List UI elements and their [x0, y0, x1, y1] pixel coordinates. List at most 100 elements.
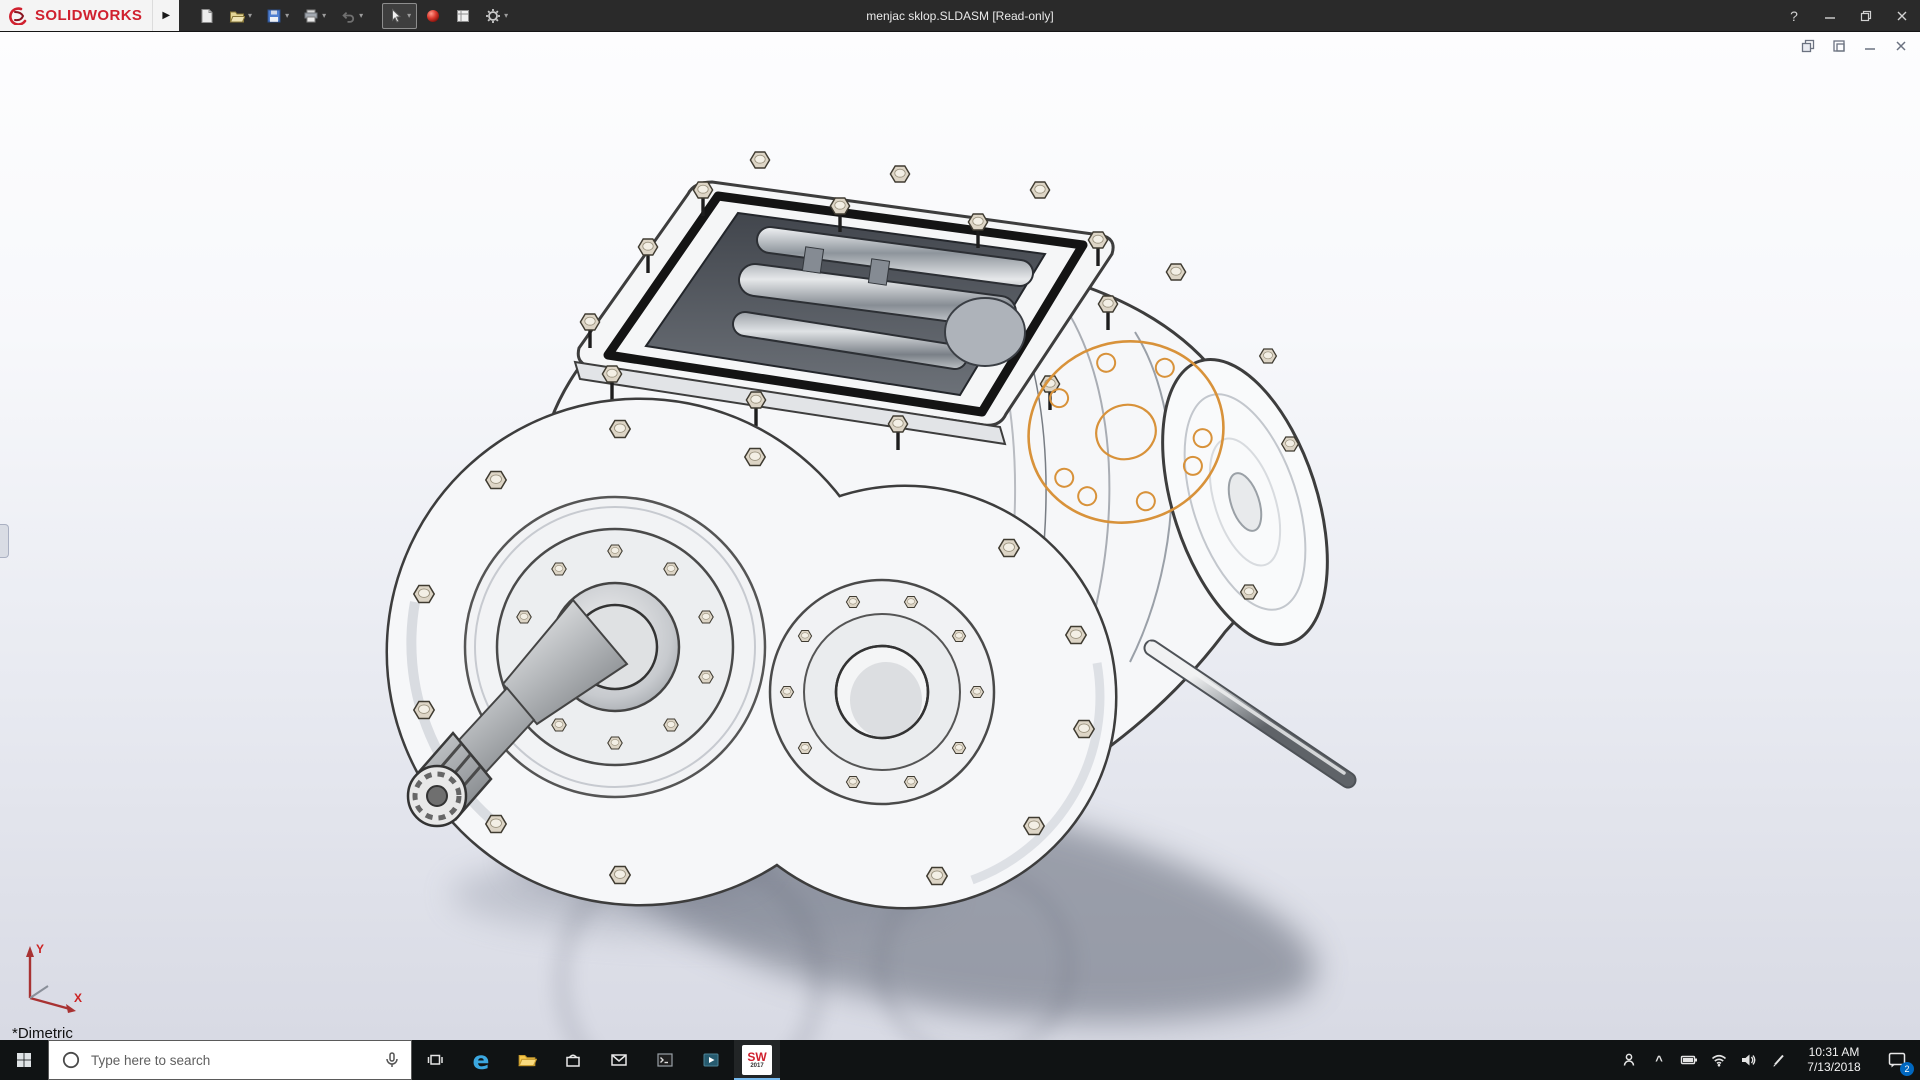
- solidworks-logo: SOLIDWORKS: [0, 0, 152, 31]
- logo-text: SOLIDWORKS: [35, 7, 142, 24]
- triad-x-label: X: [74, 991, 82, 1005]
- action-center-button[interactable]: 2: [1874, 1040, 1920, 1080]
- screen: SOLIDWORKS ▶ ▾: [0, 0, 1920, 1080]
- solidworks-app-icon: SW 2017: [742, 1045, 772, 1075]
- document-window-controls: [1799, 38, 1910, 54]
- cascade-icon: [1801, 39, 1815, 53]
- options-button[interactable]: ▾: [479, 3, 514, 29]
- undo-icon: [340, 8, 356, 24]
- console-button[interactable]: [642, 1040, 688, 1080]
- new-document-icon: [199, 8, 215, 24]
- print-icon: [303, 8, 319, 24]
- cortana-icon: [61, 1050, 81, 1070]
- save-icon: [266, 8, 282, 24]
- doc-minimize-button[interactable]: [1861, 38, 1879, 54]
- restore-icon: [1860, 10, 1872, 22]
- graphics-viewport[interactable]: *Dimetric Y X: [0, 32, 1920, 1040]
- taskbar: Type here to search e: [0, 1040, 1920, 1080]
- pen-icon: [1770, 1051, 1788, 1069]
- task-view-icon: [426, 1051, 444, 1069]
- network-indicator[interactable]: [1704, 1040, 1734, 1080]
- toolbar-separator: [371, 15, 380, 16]
- doc-close-icon: [1895, 40, 1907, 52]
- sheet-format-button[interactable]: [449, 3, 477, 29]
- ds-logo-icon: [8, 7, 28, 25]
- doc-close-button[interactable]: [1892, 38, 1910, 54]
- mail-button[interactable]: [596, 1040, 642, 1080]
- sheet-format-icon: [455, 8, 471, 24]
- menu-flyout-arrow[interactable]: ▶: [152, 0, 179, 31]
- input-shaft[interactable]: [1150, 643, 1348, 780]
- save-dropdown-caret[interactable]: ▾: [285, 12, 289, 20]
- open-dropdown-caret[interactable]: ▾: [248, 12, 252, 20]
- new-document-button[interactable]: [193, 3, 221, 29]
- volume-indicator[interactable]: [1734, 1040, 1764, 1080]
- minimize-button[interactable]: [1812, 0, 1848, 31]
- select-arrow-icon: [388, 8, 404, 24]
- print-dropdown-caret[interactable]: ▾: [322, 12, 326, 20]
- options-gear-icon: [485, 8, 501, 24]
- gearbox-model[interactable]: [0, 32, 1920, 1040]
- select-dropdown-caret[interactable]: ▾: [407, 12, 411, 20]
- windows-logo-icon: [16, 1052, 32, 1068]
- clock-time: 10:31 AM: [1809, 1045, 1860, 1060]
- task-view-button[interactable]: [412, 1040, 458, 1080]
- doc-restore-icon: [1832, 39, 1846, 53]
- media-app-icon: [702, 1051, 720, 1069]
- open-button[interactable]: ▾: [223, 3, 258, 29]
- taskbar-clock[interactable]: 10:31 AM 7/13/2018: [1794, 1040, 1874, 1080]
- undo-dropdown-caret[interactable]: ▾: [359, 12, 363, 20]
- minimize-icon: [1824, 10, 1836, 22]
- appearance-button[interactable]: [419, 3, 447, 29]
- notification-badge: 2: [1900, 1062, 1914, 1076]
- taskbar-search[interactable]: Type here to search: [48, 1040, 412, 1080]
- save-button[interactable]: ▾: [260, 3, 295, 29]
- people-icon: [1620, 1051, 1638, 1069]
- edge-icon: e: [473, 1048, 490, 1073]
- triad-y-label: Y: [36, 942, 44, 956]
- doc-minimize-icon: [1864, 40, 1876, 52]
- titlebar: SOLIDWORKS ▶ ▾: [0, 0, 1920, 32]
- solidworks-app-button[interactable]: SW 2017: [734, 1040, 780, 1080]
- store-icon: [564, 1051, 582, 1069]
- console-icon: [656, 1051, 674, 1069]
- chevron-up-icon: ^: [1655, 1053, 1663, 1068]
- battery-indicator[interactable]: [1674, 1040, 1704, 1080]
- restore-button[interactable]: [1848, 0, 1884, 31]
- document-title: menjac sklop.SLDASM [Read-only]: [866, 0, 1053, 31]
- appearance-sphere-icon: [425, 8, 441, 24]
- people-button[interactable]: [1614, 1040, 1644, 1080]
- close-icon: [1896, 10, 1908, 22]
- microphone-icon[interactable]: [383, 1051, 401, 1069]
- help-button[interactable]: ?: [1776, 0, 1812, 31]
- quick-access-toolbar: ▾ ▾ ▾: [193, 3, 514, 29]
- undo-button[interactable]: ▾: [334, 3, 369, 29]
- select-tool-button[interactable]: ▾: [382, 3, 417, 29]
- speaker-icon: [1740, 1051, 1758, 1069]
- hidden-icons-button[interactable]: ^: [1644, 1040, 1674, 1080]
- feature-panel-handle[interactable]: [0, 524, 9, 558]
- close-button[interactable]: [1884, 0, 1920, 31]
- orientation-triad: Y X: [14, 936, 90, 1018]
- edge-button[interactable]: e: [458, 1040, 504, 1080]
- start-button[interactable]: [0, 1040, 48, 1080]
- file-explorer-button[interactable]: [504, 1040, 550, 1080]
- open-folder-icon: [229, 8, 245, 24]
- output-bearing-boss[interactable]: [465, 497, 765, 797]
- pen-settings[interactable]: [1764, 1040, 1794, 1080]
- file-explorer-icon: [517, 1050, 537, 1070]
- wifi-icon: [1710, 1051, 1728, 1069]
- doc-restore-button[interactable]: [1830, 38, 1848, 54]
- battery-icon: [1680, 1051, 1699, 1069]
- store-button[interactable]: [550, 1040, 596, 1080]
- secondary-bearing-boss[interactable]: [770, 580, 994, 804]
- print-button[interactable]: ▾: [297, 3, 332, 29]
- options-dropdown-caret[interactable]: ▾: [504, 12, 508, 20]
- media-app-button[interactable]: [688, 1040, 734, 1080]
- view-orientation-label: *Dimetric: [12, 1025, 73, 1040]
- system-tray: ^: [1614, 1040, 1920, 1080]
- window-controls: ?: [1776, 0, 1920, 31]
- doc-cascade-button[interactable]: [1799, 38, 1817, 54]
- clock-date: 7/13/2018: [1807, 1060, 1860, 1075]
- mail-icon: [610, 1051, 628, 1069]
